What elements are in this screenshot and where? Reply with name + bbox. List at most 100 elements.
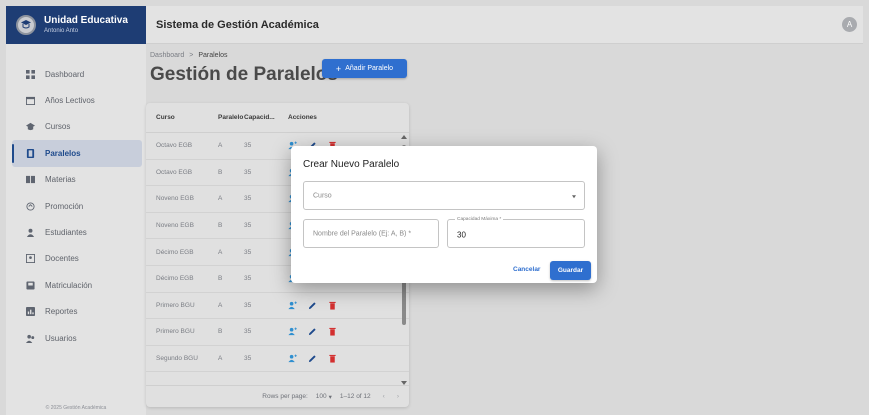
sidebar-item-label: Dashboard xyxy=(45,69,85,79)
enroll-icon xyxy=(26,281,35,290)
delete-icon[interactable] xyxy=(328,327,337,337)
school-logo-icon xyxy=(16,15,36,35)
breadcrumb-separator: > xyxy=(189,52,194,59)
edit-icon[interactable] xyxy=(308,327,317,336)
scroll-up-icon[interactable] xyxy=(401,135,407,139)
cell-curso: Décimo EGB xyxy=(156,275,194,283)
cell-acciones xyxy=(280,327,409,337)
sidebar-item-label: Usuarios xyxy=(45,333,77,343)
sidebar-footer: © 2025 Gestión Académica xyxy=(45,405,107,411)
rows-per-page-value: 100 xyxy=(315,393,327,400)
sidebar-nav: Dashboard Años Lectivos Cursos Paralelos Mat… xyxy=(6,44,146,351)
add-paralelo-button[interactable]: + Añadir Paralelo xyxy=(322,59,407,78)
cell-paralelo: A xyxy=(218,301,223,309)
sidebar-item-label: Docentes xyxy=(45,254,79,264)
sidebar-item-usuarios[interactable]: Usuarios xyxy=(6,325,146,351)
cell-curso: Segundo BGU xyxy=(156,355,198,363)
sidebar-item-reportes[interactable]: Reportes xyxy=(6,299,146,325)
class-icon xyxy=(26,148,35,158)
school-name: Unidad Educativa xyxy=(44,14,128,26)
report-icon xyxy=(26,307,35,317)
sidebar-item-materias[interactable]: Materias xyxy=(6,167,146,193)
book-icon xyxy=(26,175,35,184)
curso-select[interactable]: Curso xyxy=(303,181,585,210)
cell-curso: Noveno EGB xyxy=(156,222,194,230)
sidebar-item-label: Matriculación xyxy=(45,280,93,290)
delete-icon[interactable] xyxy=(328,301,337,310)
caret-down-icon: ▾ xyxy=(328,393,332,401)
dropdown-arrow-icon xyxy=(572,194,576,198)
next-page-icon[interactable]: › xyxy=(397,393,399,400)
promotion-icon xyxy=(26,202,35,211)
column-header-capacidad[interactable]: Capacid... xyxy=(238,114,280,121)
prev-page-icon[interactable]: ‹ xyxy=(383,393,385,400)
school-icon xyxy=(26,122,35,131)
cell-capacidad: 35 xyxy=(244,328,252,336)
nombre-paralelo-input[interactable]: Nombre del Paralelo (Ej: A, B) * xyxy=(303,219,439,248)
cell-paralelo: A xyxy=(218,355,223,363)
sidebar-item-estudiantes[interactable]: Estudiantes xyxy=(6,219,146,245)
cell-capacidad: 35 xyxy=(244,168,252,176)
cell-capacidad: 35 xyxy=(244,301,252,309)
users-icon xyxy=(26,334,35,343)
sidebar-item-matriculacion[interactable]: Matriculación xyxy=(6,272,146,298)
cell-paralelo: B xyxy=(218,275,223,283)
cell-paralelo: B xyxy=(218,222,223,230)
save-button[interactable]: Guardar xyxy=(550,261,591,280)
add-student-icon[interactable] xyxy=(288,301,297,310)
sidebar-item-label: Cursos xyxy=(45,122,71,132)
add-student-icon[interactable] xyxy=(288,354,297,363)
cell-acciones xyxy=(280,354,409,363)
edit-icon[interactable] xyxy=(308,301,317,310)
capacidad-maxima-input[interactable]: Capacidad Máxima * 30 xyxy=(447,216,585,248)
cell-curso: Octavo EGB xyxy=(156,142,193,150)
cell-curso: Primero BGU xyxy=(156,328,195,336)
column-header-acciones: Acciones xyxy=(288,114,317,121)
user-name: Antonio Anto xyxy=(44,27,79,34)
cell-paralelo: A xyxy=(218,195,223,203)
cell-curso: Noveno EGB xyxy=(156,195,194,203)
sidebar-item-paralelos[interactable]: Paralelos xyxy=(12,140,142,167)
table-row: Primero BGU A 35 xyxy=(146,293,409,320)
sidebar-item-label: Materias xyxy=(45,175,76,185)
rows-per-page-label: Rows per page: xyxy=(262,393,308,400)
breadcrumb-dashboard[interactable]: Dashboard xyxy=(150,52,184,59)
cell-paralelo: A xyxy=(218,142,223,150)
sidebar-item-label: Estudiantes xyxy=(45,228,87,238)
dialog-title: Crear Nuevo Paralelo xyxy=(303,159,400,170)
sidebar-item-label: Años Lectivos xyxy=(45,96,95,106)
cell-curso: Primero BGU xyxy=(156,301,195,309)
cell-paralelo: B xyxy=(218,328,223,336)
cell-capacidad: 35 xyxy=(244,248,252,256)
avatar[interactable]: A xyxy=(842,17,857,32)
cancel-button[interactable]: Cancelar xyxy=(513,266,540,273)
delete-icon[interactable] xyxy=(328,354,337,363)
column-header-paralelo[interactable]: Paralelo xyxy=(212,114,243,121)
table-pagination: Rows per page: 100 ▾ 1–12 of 12 ‹ › xyxy=(146,385,409,407)
cell-capacidad: 35 xyxy=(244,355,252,363)
cell-capacidad: 35 xyxy=(244,275,252,283)
brand-header: Unidad Educativa Antonio Anto xyxy=(6,6,146,44)
sidebar-item-anos-lectivos[interactable]: Años Lectivos xyxy=(6,87,146,113)
table-header: Curso Paralelo Capacid... Acciones xyxy=(146,103,409,133)
column-header-curso[interactable]: Curso xyxy=(146,114,212,121)
cell-acciones xyxy=(280,301,409,310)
sidebar-item-docentes[interactable]: Docentes xyxy=(6,246,146,272)
add-student-icon[interactable] xyxy=(288,327,297,336)
edit-icon[interactable] xyxy=(308,354,317,363)
cell-curso: Décimo EGB xyxy=(156,248,194,256)
sidebar-item-label: Promoción xyxy=(45,201,84,211)
sidebar-item-promocion[interactable]: Promoción xyxy=(6,193,146,219)
nombre-placeholder: Nombre del Paralelo (Ej: A, B) * xyxy=(313,230,412,237)
plus-icon: + xyxy=(335,63,342,74)
rows-per-page-select[interactable]: 100 ▾ xyxy=(316,393,332,401)
cell-paralelo: A xyxy=(218,248,223,256)
sidebar-item-dashboard[interactable]: Dashboard xyxy=(6,61,146,87)
sidebar-item-cursos[interactable]: Cursos xyxy=(6,114,146,140)
sidebar: Unidad Educativa Antonio Anto Dashboard A… xyxy=(6,6,146,415)
curso-placeholder: Curso xyxy=(313,192,332,199)
sidebar-item-label: Paralelos xyxy=(45,148,81,158)
cell-capacidad: 35 xyxy=(244,142,252,150)
create-paralelo-dialog: Crear Nuevo Paralelo Curso Nombre del Pa… xyxy=(291,146,597,283)
top-bar: Sistema de Gestión Académica A xyxy=(146,6,863,44)
